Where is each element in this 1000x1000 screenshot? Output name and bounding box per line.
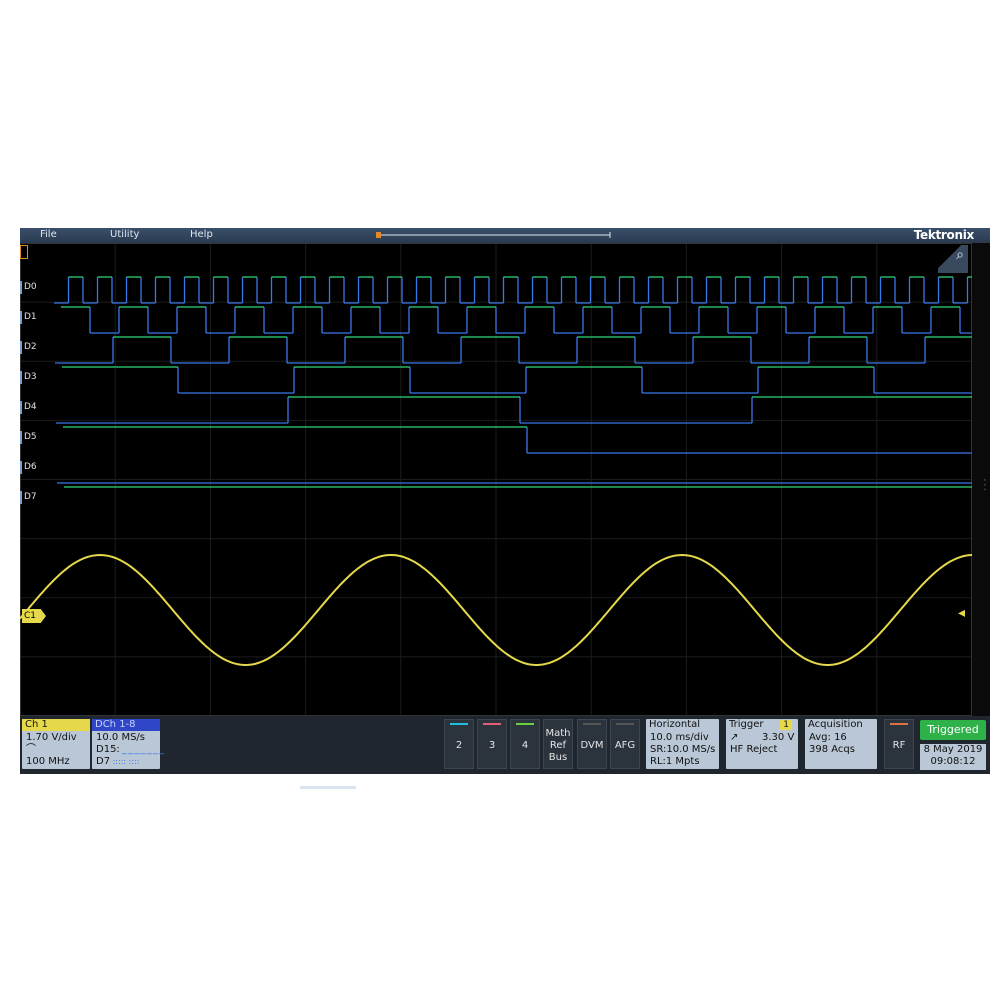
record-timeline[interactable] (376, 232, 612, 238)
dvm-button[interactable]: DVM (577, 719, 607, 769)
channel-label-d3[interactable]: D3 (20, 371, 42, 384)
afg-button[interactable]: AFG (610, 719, 640, 769)
trigger-source: 1 (780, 720, 792, 730)
math-ref-bus-button[interactable]: Math Ref Bus (543, 719, 573, 769)
acquisition-badge[interactable]: Acquisition Avg: 16 398 Acqs (805, 719, 877, 769)
vertical-dots-icon[interactable]: ⋮ (978, 477, 992, 493)
digital-trace-d0-low (54, 277, 969, 304)
magnifier-icon: ⌕ (956, 247, 964, 263)
ch1-badge[interactable]: Ch 1 1.70 V/div ⌒ 100 MHz (22, 719, 90, 769)
menu-file[interactable]: File (40, 229, 57, 240)
trigger-title: Trigger 1 (726, 719, 798, 731)
digital-trace-d4-low (56, 397, 753, 424)
channel-label-d4[interactable]: D4 (20, 401, 42, 414)
slide-indicator (300, 786, 356, 789)
waveform-area (20, 243, 990, 716)
trigger-level: 3.30 V (762, 732, 795, 743)
ch1-title: Ch 1 (22, 719, 90, 731)
sample-rate: SR:10.0 MS/s (650, 744, 716, 755)
menu-help[interactable]: Help (190, 229, 213, 240)
digital-trace-d3-low (177, 367, 972, 394)
dch-title: DCh 1-8 (92, 719, 160, 731)
zoom-button[interactable]: ⌕ (938, 245, 968, 273)
digital-trace-d5-low (526, 427, 972, 454)
channel-label-d7[interactable]: D7 (20, 491, 42, 504)
ch1-scale: 1.70 V/div (26, 732, 77, 743)
rf-button[interactable]: RF (884, 719, 914, 769)
trigger-badge[interactable]: Trigger 1 ↗ 3.30 V HF Reject (726, 719, 798, 769)
oscilloscope-screen: File Utility Help Tektronix ⌕ D0 D1 D2 D… (20, 228, 990, 774)
channel-2-button[interactable]: 2 (444, 719, 474, 769)
acquisition-avg: Avg: 16 (809, 732, 847, 743)
acquisition-marker (20, 245, 28, 259)
channel-3-button[interactable]: 3 (477, 719, 507, 769)
rising-edge-icon: ↗ (730, 732, 739, 743)
trigger-level-row: ↗ 3.30 V (730, 732, 794, 744)
triggered-status-button[interactable]: Triggered (920, 720, 986, 740)
channel-label-d0[interactable]: D0 (20, 281, 42, 294)
menu-utility[interactable]: Utility (110, 229, 139, 240)
channel-label-d1[interactable]: D1 (20, 311, 42, 324)
bandwidth-icon: ⌒ (26, 744, 36, 755)
time-text: 09:08:12 (930, 756, 976, 767)
dch-d7: D7 ::::: :::: (96, 756, 140, 767)
trigger-level-arrow-icon[interactable]: ◂ (958, 605, 965, 621)
channel-label-d6[interactable]: D6 (20, 461, 42, 474)
record-length: RL:1 Mpts (650, 756, 700, 767)
menu-bar: File Utility Help Tektronix (20, 228, 990, 243)
brand-logo: Tektronix (913, 228, 975, 242)
digital-trace-d2-low (55, 337, 926, 364)
channel-4-button[interactable]: 4 (510, 719, 540, 769)
digital-trace-d1-low (89, 307, 972, 334)
horizontal-scale: 10.0 ms/div (650, 732, 709, 743)
horizontal-title: Horizontal (649, 719, 701, 730)
settings-bar: Ch 1 1.70 V/div ⌒ 100 MHz DCh 1-8 10.0 M… (20, 716, 990, 774)
trigger-mode: HF Reject (730, 744, 778, 755)
digital-channels-badge[interactable]: DCh 1-8 10.0 MS/s D15: _ _ _ _ _ _ _ D7 … (92, 719, 164, 769)
channel-label-d2[interactable]: D2 (20, 341, 42, 354)
ch1-bandwidth: 100 MHz (26, 756, 70, 767)
acquisition-title: Acquisition (808, 719, 863, 730)
channel-label-d5[interactable]: D5 (20, 431, 42, 444)
date-time-display: 8 May 2019 09:08:12 (920, 744, 986, 770)
dch-d15: D15: _ _ _ _ _ _ _ (96, 744, 164, 755)
date-text: 8 May 2019 (923, 744, 983, 755)
horizontal-badge[interactable]: Horizontal 10.0 ms/div SR:10.0 MS/s RL:1… (646, 719, 719, 769)
dch-rate: 10.0 MS/s (96, 732, 145, 743)
acquisition-count: 398 Acqs (809, 744, 855, 755)
